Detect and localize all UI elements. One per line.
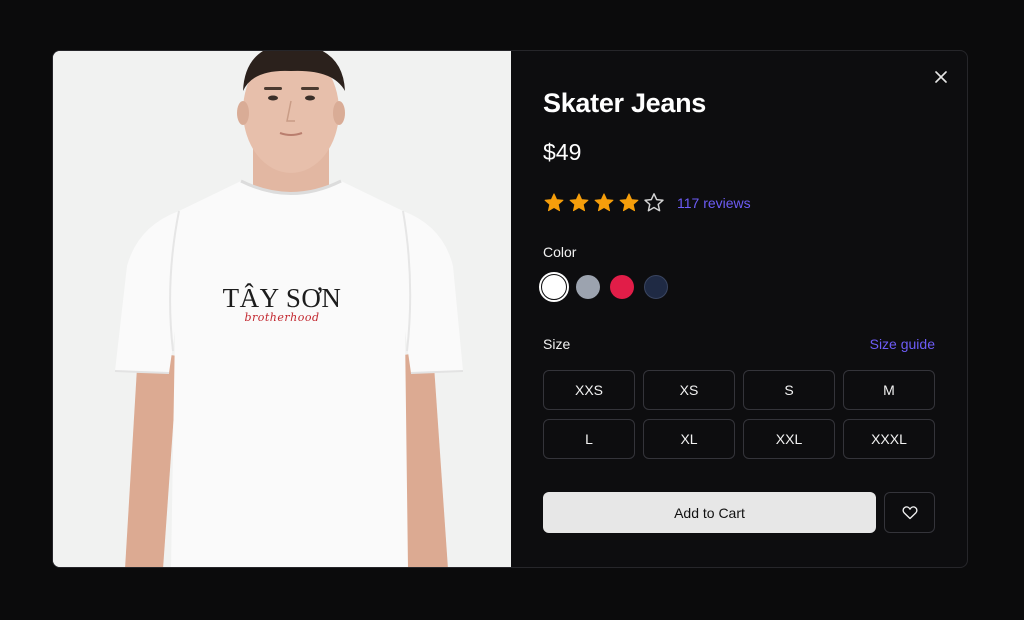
star-empty-icon: [644, 193, 664, 212]
product-details: Skater Jeans $49 117 reviews Color Size …: [511, 51, 967, 567]
close-icon: [935, 71, 947, 83]
star-filled-icon: [619, 193, 639, 212]
color-dot: [644, 275, 668, 299]
size-label: Size: [543, 336, 571, 352]
size-option-l[interactable]: L: [543, 419, 635, 459]
star-rating: [543, 192, 665, 214]
product-quick-view-modal: TÂY SƠN brotherhood Skater Jeans $49 117…: [52, 50, 968, 568]
color-swatches: [539, 272, 935, 302]
size-options: XXS XS S M L XL XXL XXXL: [543, 370, 935, 459]
shirt-print-text: TÂY SƠN: [222, 283, 342, 313]
color-swatch-navy[interactable]: [641, 272, 671, 302]
color-dot: [610, 275, 634, 299]
color-swatch-gray[interactable]: [573, 272, 603, 302]
size-option-xl[interactable]: XL: [643, 419, 735, 459]
product-rating: 117 reviews: [543, 192, 935, 214]
color-dot: [542, 275, 566, 299]
size-option-m[interactable]: M: [843, 370, 935, 410]
size-header: Size Size guide: [543, 336, 935, 352]
star-filled-icon: [594, 193, 614, 212]
size-option-xxs[interactable]: XXS: [543, 370, 635, 410]
color-swatch-red[interactable]: [607, 272, 637, 302]
size-option-xs[interactable]: XS: [643, 370, 735, 410]
color-label: Color: [543, 244, 577, 260]
size-option-xxl[interactable]: XXL: [743, 419, 835, 459]
product-price: $49: [543, 139, 582, 165]
size-guide-link[interactable]: Size guide: [870, 336, 935, 352]
add-to-cart-button[interactable]: Add to Cart: [543, 492, 876, 533]
size-option-xxxl[interactable]: XXXL: [843, 419, 935, 459]
wishlist-button[interactable]: [884, 492, 935, 533]
reviews-link[interactable]: 117 reviews: [677, 195, 751, 211]
star-filled-icon: [569, 193, 589, 212]
heart-icon: [901, 506, 918, 520]
action-row: Add to Cart: [543, 492, 935, 533]
product-image: TÂY SƠN brotherhood: [53, 51, 511, 567]
color-swatch-white[interactable]: [539, 272, 569, 302]
color-dot: [576, 275, 600, 299]
close-button[interactable]: [931, 67, 951, 87]
shirt-print-script: brotherhood: [244, 311, 320, 324]
size-option-s[interactable]: S: [743, 370, 835, 410]
star-filled-icon: [544, 193, 564, 212]
product-title: Skater Jeans: [543, 88, 707, 118]
